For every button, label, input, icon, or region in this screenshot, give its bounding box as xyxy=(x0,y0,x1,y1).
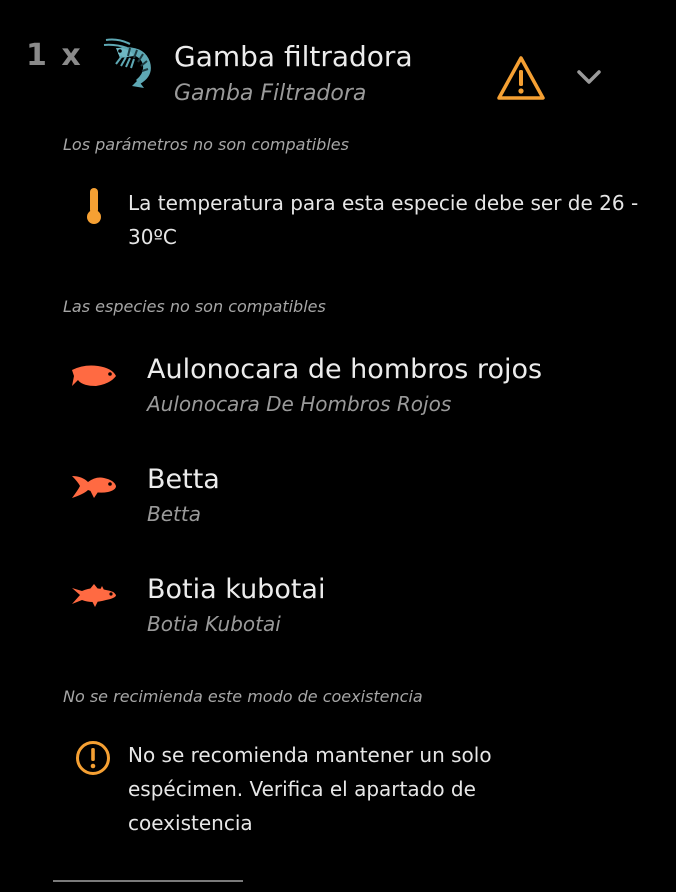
divider xyxy=(53,880,243,882)
parameters-section-label: Los parámetros no son compatibles xyxy=(63,135,349,154)
species-section-label: Las especies no son compatibles xyxy=(63,297,326,316)
fish-icon xyxy=(72,365,116,386)
exclamation-circle-icon xyxy=(76,741,110,775)
coexistence-message: No se recomienda mantener un solo espéci… xyxy=(128,743,492,835)
incompatible-species-item[interactable]: Aulonocara de hombros rojos Aulonocara D… xyxy=(0,354,676,452)
species-scientific-name: Botia Kubotai xyxy=(147,612,281,636)
incompatible-species-item[interactable]: Betta Betta xyxy=(0,464,676,562)
betta-fish-icon xyxy=(72,476,116,498)
chevron-down-icon[interactable] xyxy=(576,68,602,86)
shrimp-icon xyxy=(103,38,151,88)
species-scientific-name: Aulonocara De Hombros Rojos xyxy=(147,392,452,416)
incompatible-species-item[interactable]: Botia kubotai Botia Kubotai xyxy=(0,574,676,672)
loach-fish-icon xyxy=(72,584,116,607)
species-title: Gamba filtradora xyxy=(174,40,413,73)
species-name: Betta xyxy=(147,464,220,495)
species-header[interactable]: 1 x Gamba filtradora Gamba Filtradora xyxy=(0,0,676,125)
warning-triangle-icon[interactable] xyxy=(496,55,546,101)
species-subtitle: Gamba Filtradora xyxy=(174,81,367,106)
temperature-message: La temperatura para esta especie debe se… xyxy=(128,191,639,249)
thermometer-icon xyxy=(87,188,101,224)
species-name: Aulonocara de hombros rojos xyxy=(147,354,543,385)
coexistence-section-label: No se recimienda este modo de coexistenc… xyxy=(63,687,423,706)
quantity-label: 1 x xyxy=(26,38,83,73)
species-name: Botia kubotai xyxy=(147,574,326,605)
species-scientific-name: Betta xyxy=(147,502,201,526)
